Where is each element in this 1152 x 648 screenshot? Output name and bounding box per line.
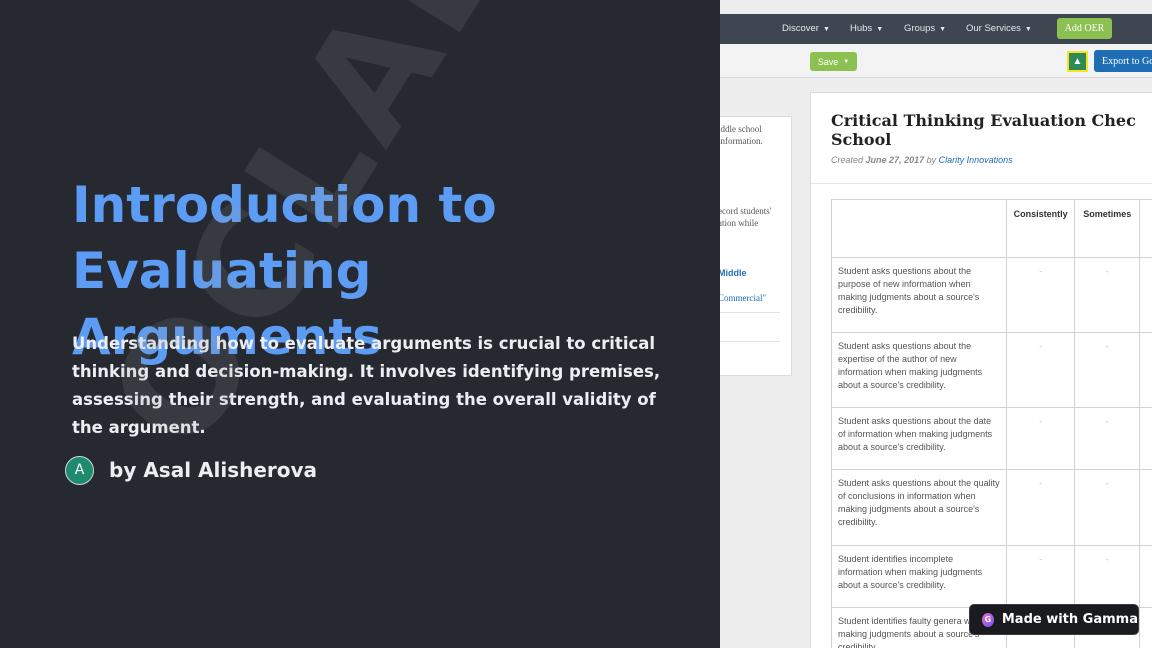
divider (720, 312, 780, 313)
table-cell: - (1074, 332, 1140, 408)
slide-description: Understanding how to evaluate arguments … (72, 334, 661, 437)
share-classroom-button[interactable]: ▲ (1067, 51, 1088, 72)
table-cell: - (1074, 469, 1140, 546)
table-header: Consistently (1005, 199, 1076, 258)
checklist-table: Consistently Sometimes Student asks ques… (831, 199, 1152, 648)
nav-our-services[interactable]: Our Services ▼ (966, 23, 1032, 34)
table-cell (1138, 332, 1152, 408)
resource-meta: Created June 27, 2017 by Clarity Innovat… (831, 155, 1013, 165)
table-cell (1138, 607, 1152, 648)
screenshot-panel: Discover ▼ Hubs ▼ Groups ▼ Our Services ▼ Ad… (720, 0, 1152, 648)
author-byline: by Asal Alisherova (109, 458, 318, 482)
chevron-down-icon: ▼ (1024, 26, 1032, 33)
author-row: A by Asal Alisherova (65, 455, 317, 485)
table-cell (1138, 469, 1152, 546)
table-row: Student identifies incomplete informatio… (831, 545, 1152, 608)
table-row: Student asks questions about the experti… (831, 332, 1152, 408)
nav-discover[interactable]: Discover ▼ (782, 23, 830, 34)
chevron-down-icon: ▼ (939, 26, 947, 33)
chevron-down-icon: ▼ (876, 26, 884, 33)
table-cell: - (1005, 332, 1076, 408)
chevron-down-icon: ▼ (822, 26, 830, 33)
table-cell: - (1074, 545, 1140, 608)
org-link[interactable]: Clarity Innovations (939, 155, 1013, 165)
made-with-gamma-badge[interactable]: G Made with Gamma (969, 604, 1139, 635)
table-cell: - (1074, 257, 1140, 333)
table-row: Student asks questions about the quality… (831, 469, 1152, 546)
resource-toolbar: Save ▼ ▲ Export to Go (720, 44, 1152, 78)
table-cell: - (1005, 545, 1076, 608)
side-text: information. (720, 136, 763, 146)
resource-title: Critical Thinking Evaluation Chec School (831, 111, 1136, 149)
nav-hubs[interactable]: Hubs ▼ (850, 23, 883, 34)
site-navbar: Discover ▼ Hubs ▼ Groups ▼ Our Services ▼ Ad… (720, 14, 1152, 44)
criterion-text: Student identifies incomplete informatio… (831, 545, 1007, 608)
add-oer-button[interactable]: Add OER (1057, 18, 1112, 39)
table-cell: - (1005, 257, 1076, 333)
side-card: iddle school information. ecord students… (720, 116, 792, 376)
divider (720, 341, 780, 342)
save-button[interactable]: Save ▼ (810, 52, 857, 71)
table-cell (1138, 407, 1152, 470)
table-header: Sometimes (1074, 199, 1140, 258)
side-text: ation while (720, 218, 759, 228)
table-row: Student asks questions about the date of… (831, 407, 1152, 470)
slide-panel: Introduction to Evaluating Arguments Und… (0, 0, 720, 648)
side-text: ecord students' (720, 206, 772, 216)
table-cell: - (1005, 407, 1076, 470)
nav-groups[interactable]: Groups ▼ (904, 23, 946, 34)
table-row: Student asks questions about the purpose… (831, 257, 1152, 333)
side-text: iddle school (720, 124, 762, 134)
table-cell: - (1005, 469, 1076, 546)
resource-card: Critical Thinking Evaluation Chec School… (810, 92, 1152, 648)
criterion-text: Student asks questions about the date of… (831, 407, 1007, 470)
gamma-logo-icon: G (982, 612, 994, 627)
side-link-commercial[interactable]: Commercial" (720, 292, 766, 304)
chevron-down-icon: ▼ (843, 58, 850, 65)
table-header (1138, 199, 1152, 258)
table-cell (1138, 257, 1152, 333)
criterion-text: Student asks questions about the experti… (831, 332, 1007, 408)
side-link-middle[interactable]: Middle (720, 267, 747, 279)
table-header (831, 199, 1007, 258)
badge-label: Made with Gamma (1001, 612, 1138, 627)
table-cell (1138, 545, 1152, 608)
criterion-text: Student asks questions about the purpose… (831, 257, 1007, 333)
avatar: A (65, 455, 94, 485)
table-cell: - (1074, 407, 1140, 470)
export-button[interactable]: Export to Go (1094, 50, 1152, 72)
criterion-text: Student asks questions about the quality… (831, 469, 1007, 546)
divider (811, 183, 1152, 184)
classroom-icon: ▲ (1072, 56, 1083, 67)
